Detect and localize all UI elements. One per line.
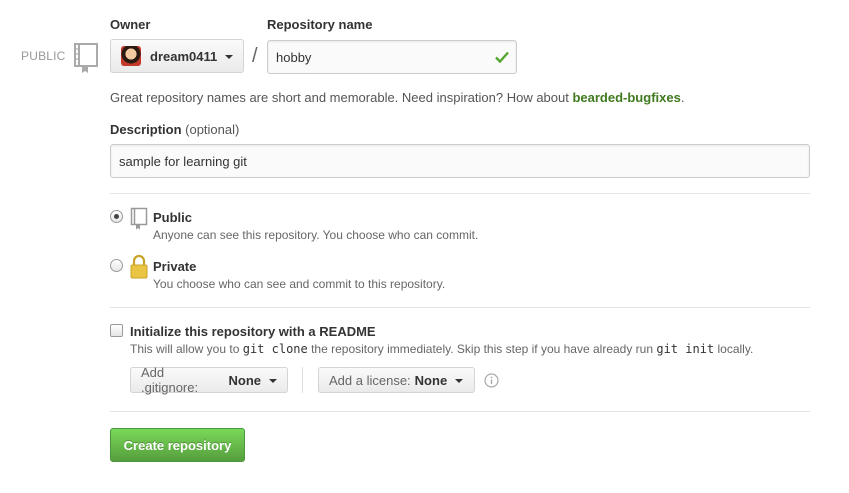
description-optional: (optional) <box>185 122 240 137</box>
owner-label: Owner <box>110 17 151 32</box>
gitignore-label: Add .gitignore: <box>141 365 199 395</box>
readme-code-git-clone: git clone <box>242 342 308 356</box>
repo-icon <box>74 43 98 73</box>
license-select[interactable]: Add a license: None <box>318 367 475 393</box>
hint-text: Great repository names are short and mem… <box>110 90 573 105</box>
readme-desc-1: This will allow you to <box>130 342 243 356</box>
divider <box>110 411 810 412</box>
owner-select[interactable]: dream0411 <box>110 39 244 73</box>
divider <box>302 367 303 393</box>
info-icon[interactable] <box>484 373 499 388</box>
gitignore-value: None <box>228 372 262 388</box>
repo-name-label: Repository name <box>267 17 373 32</box>
chevron-down-icon <box>455 379 464 383</box>
license-value: None <box>414 372 448 388</box>
public-radio[interactable] <box>110 210 123 223</box>
avatar <box>121 46 141 66</box>
readme-desc-2: the repository immediately. Skip this st… <box>307 342 657 356</box>
owner-repo-separator: / <box>252 45 258 67</box>
description-label-text: Description <box>110 122 182 137</box>
divider <box>110 193 810 194</box>
readme-title: Initialize this repository with a README <box>130 324 376 339</box>
readme-desc: This will allow you to git clone the rep… <box>130 342 753 356</box>
private-radio[interactable] <box>110 259 123 272</box>
description-input[interactable]: sample for learning git <box>110 144 810 178</box>
description-label: Description (optional) <box>110 122 239 137</box>
create-repository-button[interactable]: Create repository <box>110 428 245 462</box>
repo-name-input[interactable]: hobby <box>267 40 517 74</box>
chevron-down-icon <box>225 55 234 59</box>
check-icon <box>495 51 509 64</box>
owner-value: dream0411 <box>150 48 218 64</box>
readme-checkbox[interactable] <box>110 324 123 337</box>
private-option-desc: You choose who can see and commit to thi… <box>153 277 446 291</box>
gitignore-select[interactable]: Add .gitignore: None <box>130 365 288 395</box>
readme-code-git-init: git init <box>656 342 715 356</box>
description-value: sample for learning git <box>119 153 247 169</box>
name-hint: Great repository names are short and mem… <box>110 90 684 105</box>
public-option-title: Public <box>153 210 193 225</box>
public-badge: PUBLIC <box>21 49 66 63</box>
public-option-desc: Anyone can see this repository. You choo… <box>153 228 479 242</box>
lock-icon <box>130 254 148 279</box>
repo-icon <box>130 207 148 230</box>
private-option-title: Private <box>153 259 197 274</box>
divider <box>110 307 810 308</box>
hint-suffix: . <box>680 90 685 105</box>
repo-name-value: hobby <box>276 49 312 65</box>
chevron-down-icon <box>269 379 277 383</box>
readme-desc-3: locally. <box>714 342 754 356</box>
name-suggestion-link[interactable]: bearded-bugfixes <box>572 90 680 105</box>
license-label: Add a license: <box>329 372 411 388</box>
